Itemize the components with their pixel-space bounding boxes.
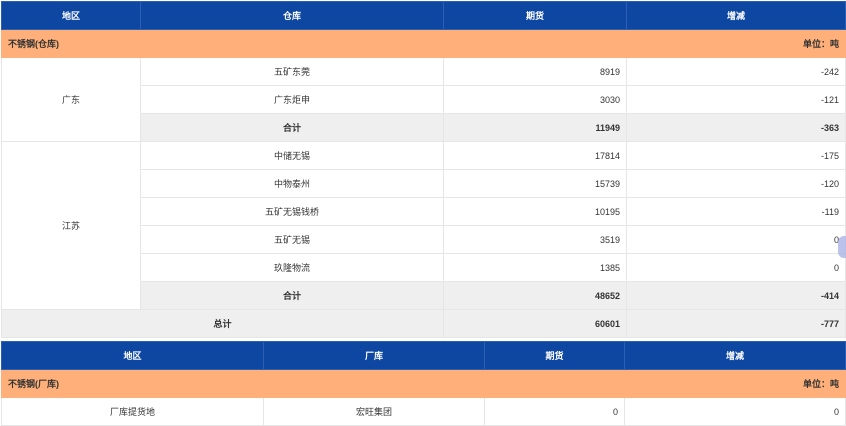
subtotal-futures: 11949 <box>443 113 627 142</box>
subtotal-futures: 48652 <box>443 281 627 310</box>
table-header-row: 地区 厂库 期货 增减 <box>1 341 846 370</box>
warehouse-cell: 五矿东莞 <box>140 57 444 86</box>
table-header-row: 地区 仓库 期货 增减 <box>1 1 846 30</box>
header-change: 增减 <box>624 341 846 370</box>
subtotal-label: 合计 <box>140 113 444 142</box>
change-cell: 0 <box>624 397 846 426</box>
section-title: 不锈钢(厂库) <box>1 369 485 398</box>
subtotal-change: -414 <box>626 281 846 310</box>
section-row: 不锈钢(仓库) 单位：吨 <box>1 29 846 58</box>
header-region: 地区 <box>1 341 264 370</box>
region-cell: 江苏 <box>1 141 141 310</box>
total-row: 总计 60601 -777 <box>1 309 846 338</box>
change-cell: -175 <box>626 141 846 170</box>
futures-cell: 8919 <box>443 57 627 86</box>
region-cell: 厂库提货地 <box>1 397 264 426</box>
subtotal-change: -363 <box>626 113 846 142</box>
factory-table: 地区 厂库 期货 增减 不锈钢(厂库) 单位：吨 厂库提货地 宏旺集团 0 0 <box>1 341 846 426</box>
warehouse-cell: 中物泰州 <box>140 169 444 198</box>
factory-cell: 宏旺集团 <box>263 397 485 426</box>
table-row: 厂库提货地 宏旺集团 0 0 <box>1 397 846 426</box>
total-futures: 60601 <box>443 309 627 338</box>
change-cell: -120 <box>626 169 846 198</box>
section-row: 不锈钢(厂库) 单位：吨 <box>1 369 846 398</box>
change-cell: 0 <box>626 225 846 254</box>
warehouse-table: 地区 仓库 期货 增减 不锈钢(仓库) 单位：吨 广东 五矿东莞 8919 -2… <box>1 1 846 338</box>
header-futures: 期货 <box>484 341 625 370</box>
futures-cell: 3030 <box>443 85 627 114</box>
scroll-indicator[interactable] <box>838 236 846 258</box>
total-change: -777 <box>626 309 846 338</box>
warehouse-cell: 五矿无锡钱桥 <box>140 197 444 226</box>
futures-cell: 3519 <box>443 225 627 254</box>
total-label: 总计 <box>1 309 444 338</box>
change-cell: -242 <box>626 57 846 86</box>
warehouse-cell: 中储无锡 <box>140 141 444 170</box>
futures-cell: 10195 <box>443 197 627 226</box>
futures-cell: 1385 <box>443 253 627 282</box>
header-warehouse: 仓库 <box>140 1 444 30</box>
change-cell: 0 <box>626 253 846 282</box>
region-cell: 广东 <box>1 57 141 142</box>
subtotal-label: 合计 <box>140 281 444 310</box>
table-row: 江苏 中储无锡 17814 -175 <box>1 141 846 310</box>
header-change: 增减 <box>626 1 846 30</box>
header-futures: 期货 <box>443 1 627 30</box>
header-factory: 厂库 <box>263 341 485 370</box>
unit-label: 单位：吨 <box>484 369 846 398</box>
section-title: 不锈钢(仓库) <box>1 29 444 58</box>
change-cell: -119 <box>626 197 846 226</box>
futures-cell: 0 <box>484 397 625 426</box>
change-cell: -121 <box>626 85 846 114</box>
futures-cell: 15739 <box>443 169 627 198</box>
table-row: 广东 五矿东莞 8919 -242 <box>1 57 846 142</box>
unit-label: 单位：吨 <box>443 29 846 58</box>
warehouse-cell: 五矿无锡 <box>140 225 444 254</box>
warehouse-cell: 玖隆物流 <box>140 253 444 282</box>
warehouse-cell: 广东炬申 <box>140 85 444 114</box>
header-region: 地区 <box>1 1 141 30</box>
futures-cell: 17814 <box>443 141 627 170</box>
